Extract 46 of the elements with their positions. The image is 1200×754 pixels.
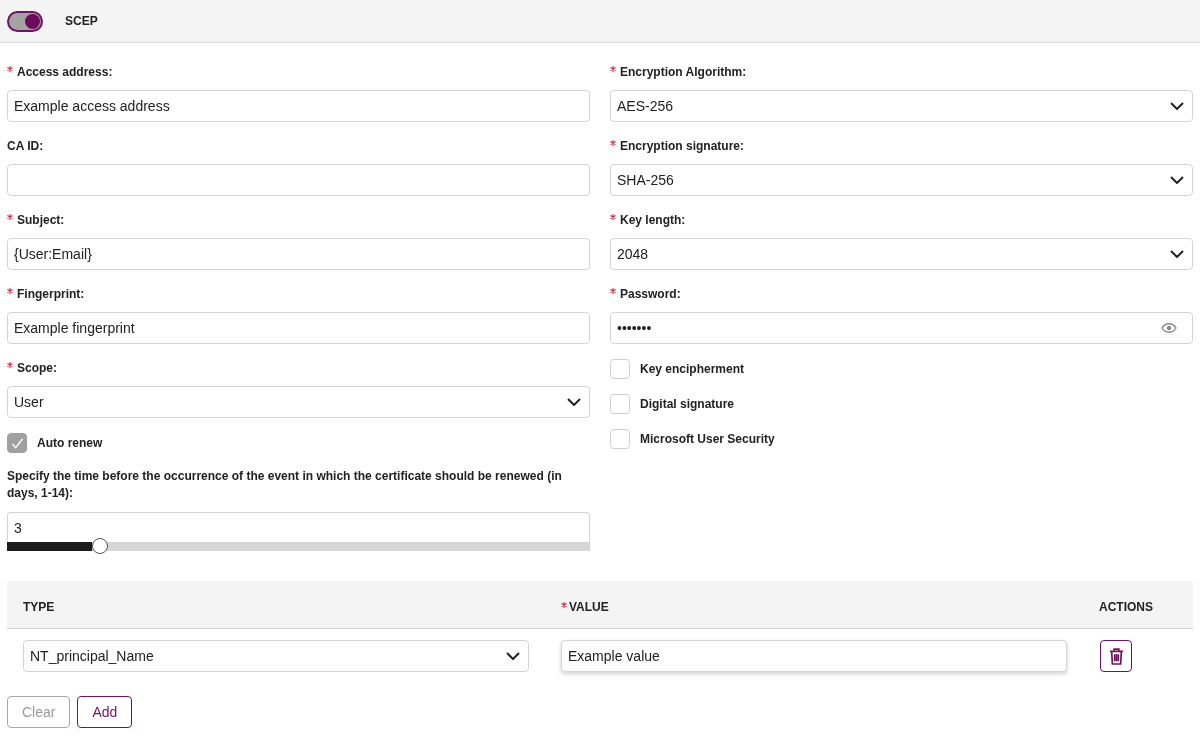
trash-icon — [1108, 647, 1124, 665]
field-label: Encryption signature: — [620, 138, 744, 154]
chevron-down-icon — [506, 652, 520, 660]
text-input[interactable] — [7, 164, 590, 196]
toggle-switch[interactable] — [7, 10, 43, 32]
checkbox-label: Key encipherment — [640, 362, 745, 376]
text-input[interactable]: Example fingerprint — [7, 312, 590, 344]
checkbox[interactable] — [7, 433, 27, 453]
checkbox[interactable] — [610, 359, 630, 379]
field-label: Access address: — [17, 64, 113, 80]
checkbox-label: Digital signature — [640, 397, 734, 411]
action-button[interactable]: Add — [77, 696, 133, 728]
field-label: Fingerprint: — [17, 286, 85, 302]
field-label: Scope: — [17, 360, 57, 376]
chevron-down-icon — [1170, 176, 1184, 184]
checkbox-label: Auto renew — [37, 436, 103, 450]
chevron-down-icon — [1170, 250, 1184, 258]
field-label: Password: — [620, 286, 681, 302]
column-header: ACTIONS — [1099, 600, 1153, 614]
number-input[interactable]: 3 — [7, 512, 590, 542]
dropdown-select[interactable]: User — [7, 386, 590, 418]
slider-handle[interactable] — [92, 538, 109, 554]
dropdown-select[interactable]: SHA-256 — [610, 164, 1193, 196]
dropdown-select[interactable]: AES-256 — [610, 90, 1193, 122]
password-input[interactable]: ••••••• — [610, 312, 1193, 344]
checkbox[interactable] — [610, 429, 630, 449]
field-label: Encryption Algorithm: — [620, 64, 747, 80]
checkbox[interactable] — [610, 394, 630, 414]
text-input[interactable]: Example value — [561, 640, 1067, 672]
column-header: TYPE — [23, 600, 55, 614]
delete-button[interactable] — [1100, 640, 1132, 672]
dropdown-select[interactable]: 2048 — [610, 238, 1193, 270]
chevron-down-icon — [567, 398, 581, 406]
eye-icon[interactable] — [1161, 323, 1177, 333]
checkmark-icon — [10, 437, 24, 449]
section-title: SCEP — [65, 14, 98, 28]
column-header: VALUE — [569, 600, 609, 614]
text-input[interactable]: {User:Email} — [7, 238, 590, 270]
field-label: Subject: — [17, 212, 65, 228]
field-label: Key length: — [620, 212, 686, 228]
checkbox-label: Microsoft User Security — [640, 432, 775, 446]
field-label: CA ID: — [7, 138, 44, 154]
chevron-down-icon — [1170, 102, 1184, 110]
renewal-description: Specify the time before the occurrence of the event in which the certificate should be renewed (in days, 1-14): — [7, 468, 563, 502]
text-input[interactable]: Example access address — [7, 90, 590, 122]
dropdown-select[interactable]: NT_principal_Name — [23, 640, 529, 672]
